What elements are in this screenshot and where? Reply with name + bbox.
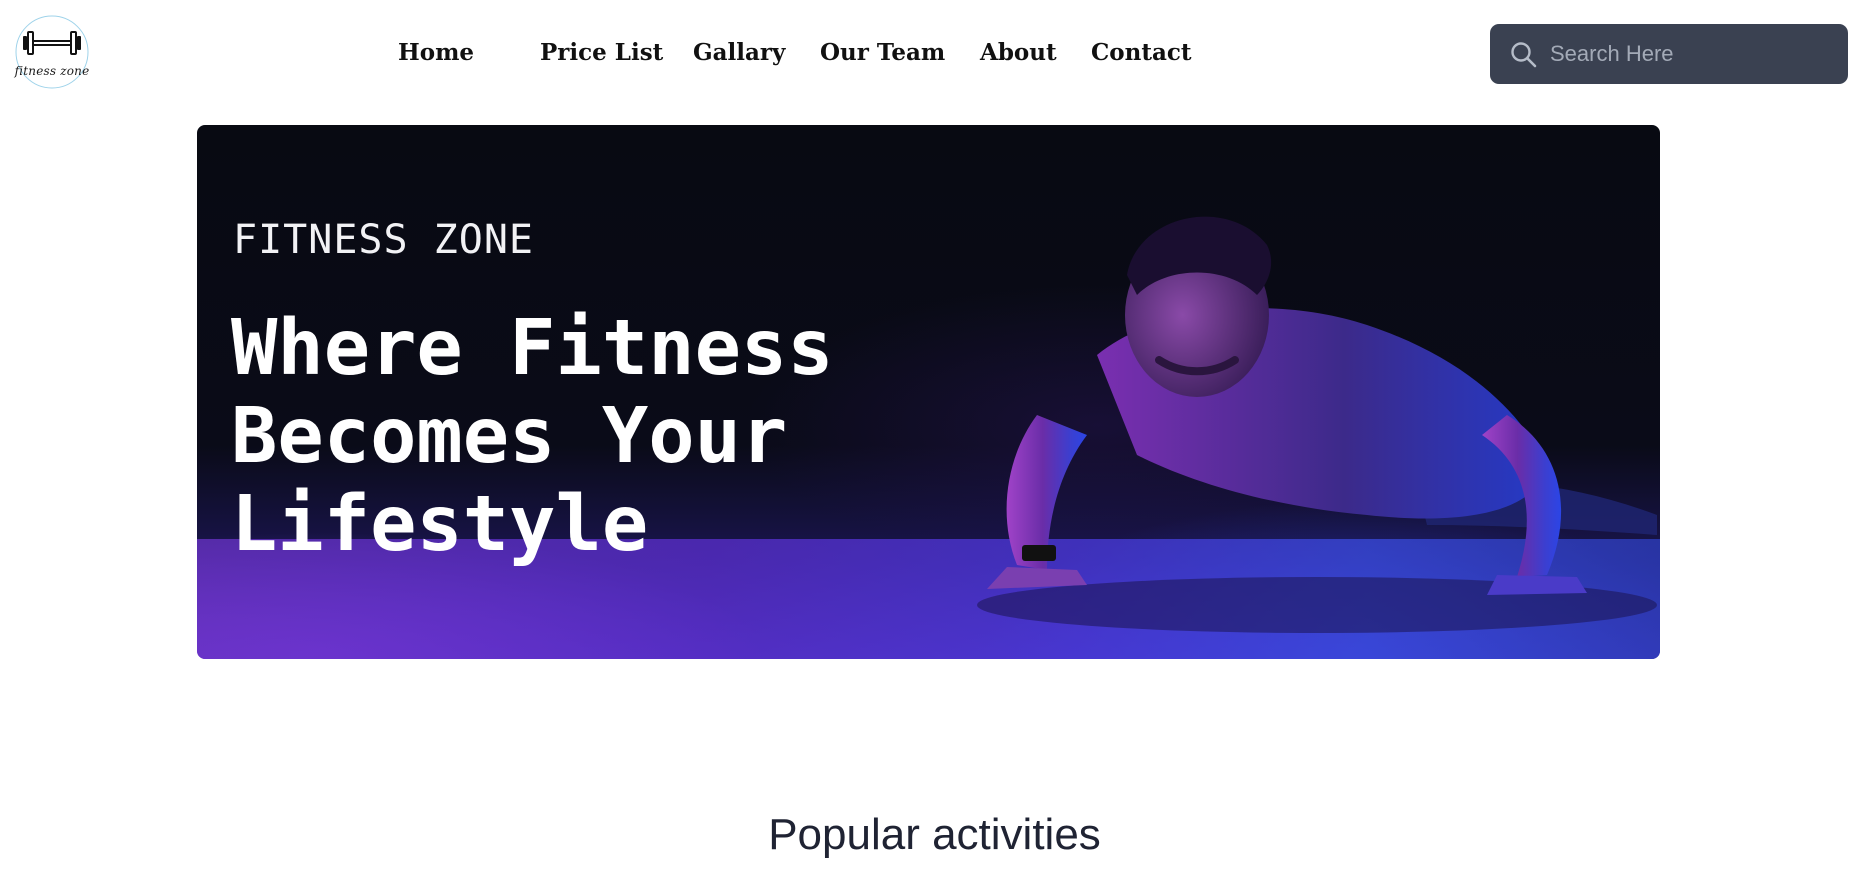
section-title-popular-activities: Popular activities bbox=[768, 810, 1101, 859]
search-icon[interactable] bbox=[1510, 41, 1538, 69]
hero-title: Where Fitness Becomes Your Lifestyle bbox=[231, 304, 834, 569]
nav-item-price-list[interactable]: Price List bbox=[540, 38, 663, 68]
nav-item-our-team[interactable]: Our Team bbox=[820, 38, 945, 68]
nav-item-home[interactable]: Home bbox=[398, 38, 474, 68]
nav-item-contact[interactable]: Contact bbox=[1091, 38, 1192, 68]
man-doing-pushup-photo bbox=[977, 216, 1657, 633]
nav-item-about[interactable]: About bbox=[980, 38, 1057, 68]
search-box bbox=[1490, 24, 1848, 84]
brand-logo-text: fitness zone bbox=[14, 64, 90, 78]
search-input[interactable] bbox=[1550, 24, 1830, 84]
hero-banner: FITNESS ZONE Where Fitness Becomes Your … bbox=[197, 125, 1660, 659]
hero-kicker: FITNESS ZONE bbox=[233, 217, 534, 263]
dumbbell-icon bbox=[15, 15, 89, 89]
nav-item-gallery[interactable]: Gallary bbox=[693, 38, 785, 68]
brand-logo[interactable]: fitness zone bbox=[14, 12, 90, 92]
